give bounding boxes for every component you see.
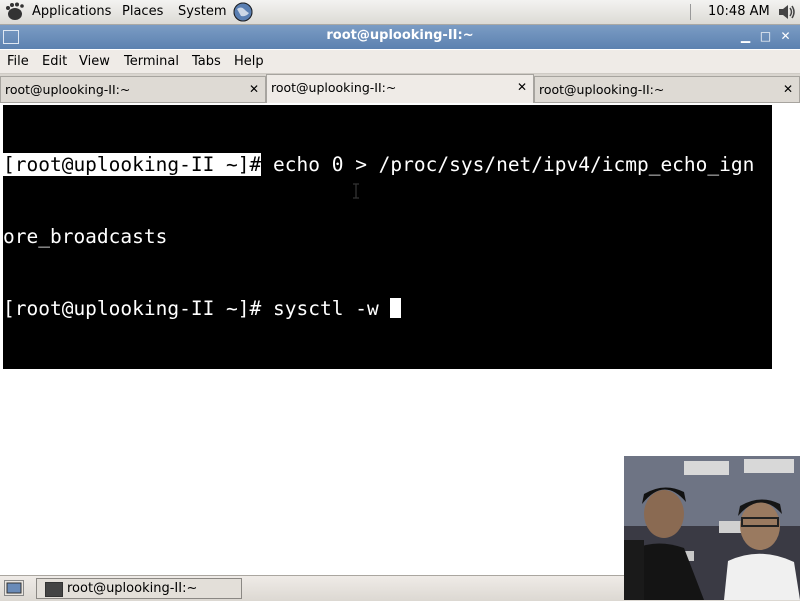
menu-edit[interactable]: Edit — [42, 53, 67, 70]
volume-icon[interactable] — [776, 2, 796, 22]
taskbar-window-button[interactable]: root@uplooking-II:~ — [36, 578, 242, 599]
webcam-frame-image — [624, 456, 800, 600]
shell-prompt: [root@uplooking-II ~]# — [3, 297, 262, 320]
menu-view[interactable]: View — [79, 53, 110, 70]
shell-prompt: [root@uplooking-II ~]# — [3, 153, 262, 176]
window-title: root@uplooking-II:~ — [326, 28, 474, 43]
window-titlebar[interactable]: root@uplooking-II:~ ▁ □ ✕ — [0, 25, 800, 49]
tab-bar: root@uplooking-II:~ ✕ root@uplooking-II:… — [0, 74, 800, 103]
menubar: File Edit View Terminal Tabs Help — [0, 50, 800, 74]
places-menu[interactable]: Places — [122, 3, 163, 21]
minimize-icon[interactable]: ▁ — [738, 29, 753, 44]
gnome-foot-icon[interactable] — [3, 2, 25, 22]
tab-label: root@uplooking-II:~ — [5, 82, 131, 97]
desktop-icon — [6, 582, 22, 594]
tab-terminal-3[interactable]: root@uplooking-II:~ ✕ — [534, 76, 800, 102]
web-browser-icon[interactable] — [232, 1, 254, 23]
maximize-icon[interactable]: □ — [758, 29, 773, 44]
applications-menu[interactable]: Applications — [32, 3, 111, 21]
tab-close-icon[interactable]: ✕ — [515, 80, 529, 94]
text-cursor — [390, 298, 402, 318]
menu-tabs[interactable]: Tabs — [192, 53, 221, 70]
clock[interactable]: 10:48 AM — [708, 3, 770, 21]
webcam-video-overlay — [624, 456, 800, 600]
terminal-line: [root@uplooking-II ~]# sysctl -w — [3, 297, 773, 321]
panel-separator — [690, 4, 691, 20]
show-desktop-button[interactable] — [4, 580, 24, 596]
top-panel: Applications Places System 10:48 AM — [0, 0, 800, 25]
terminal-icon — [45, 582, 63, 597]
shell-command: sysctl -w — [261, 297, 391, 320]
menu-help[interactable]: Help — [234, 53, 264, 70]
tab-label: root@uplooking-II:~ — [271, 80, 397, 95]
tab-terminal-2[interactable]: root@uplooking-II:~ ✕ — [266, 74, 534, 103]
taskbar-window-label: root@uplooking-II:~ — [67, 581, 198, 596]
close-window-icon[interactable]: ✕ — [778, 29, 793, 44]
tab-close-icon[interactable]: ✕ — [781, 82, 795, 96]
tab-terminal-1[interactable]: root@uplooking-II:~ ✕ — [0, 76, 266, 102]
menu-terminal[interactable]: Terminal — [124, 53, 179, 70]
terminal-line: [root@uplooking-II ~]# echo 0 > /proc/sy… — [3, 153, 773, 177]
terminal-output[interactable]: [root@uplooking-II ~]# echo 0 > /proc/sy… — [3, 105, 773, 369]
tab-close-icon[interactable]: ✕ — [247, 82, 261, 96]
menu-file[interactable]: File — [7, 53, 29, 70]
tab-label: root@uplooking-II:~ — [539, 82, 665, 97]
terminal-line: ore_broadcasts — [3, 225, 773, 249]
shell-command: echo 0 > /proc/sys/net/ipv4/icmp_echo_ig… — [261, 153, 755, 176]
ibeam-cursor-icon — [353, 183, 359, 199]
system-menu[interactable]: System — [178, 3, 226, 21]
shell-command: ore_broadcasts — [3, 225, 168, 248]
